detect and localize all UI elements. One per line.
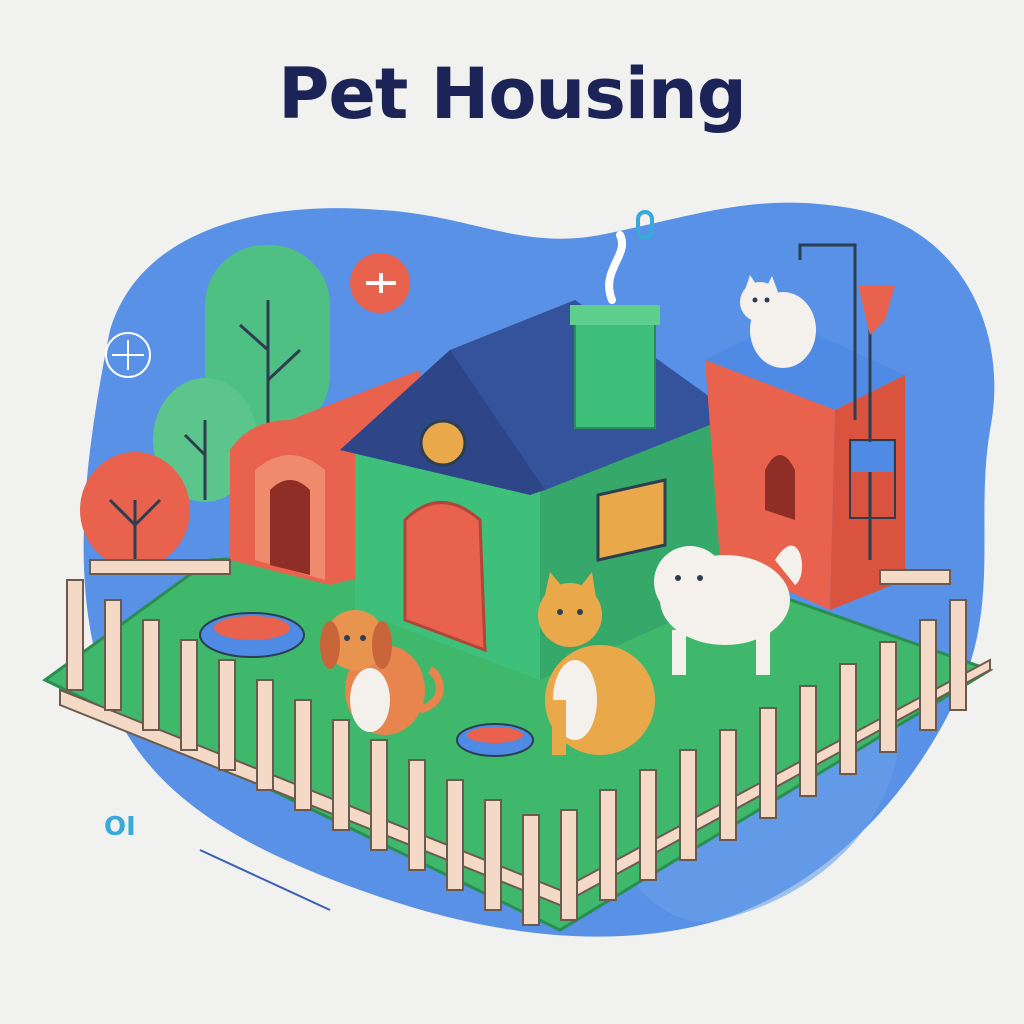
- deco-text: OI: [104, 812, 136, 842]
- water-bowl-icon: [456, 723, 534, 757]
- side-window: [596, 478, 667, 562]
- round-window: [419, 419, 467, 467]
- pet-housing-illustration: [42, 202, 995, 937]
- chimney: [574, 309, 656, 429]
- food-bowl-icon: [199, 612, 305, 658]
